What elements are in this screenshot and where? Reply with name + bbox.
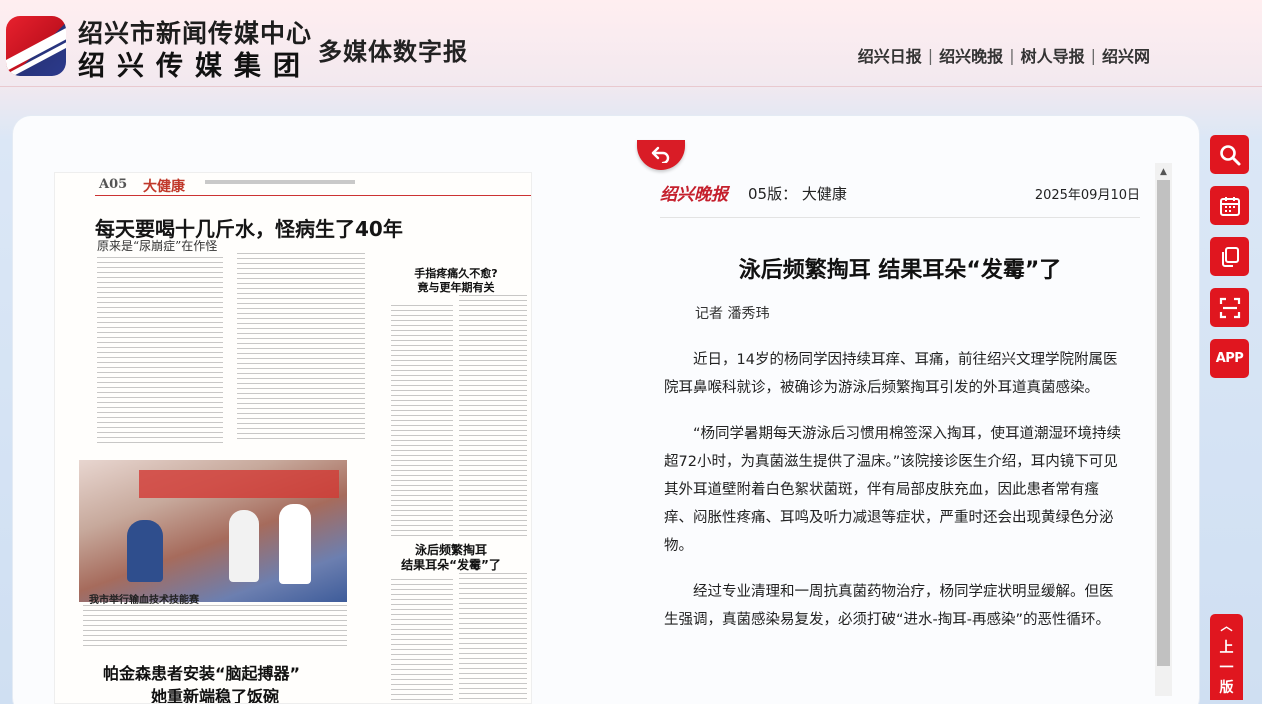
story-headline-line: 泳后频繁掏耳 [414,543,487,557]
photo-figure [127,520,163,582]
calendar-icon [1219,196,1240,216]
scrollbar-thumb[interactable] [1157,180,1170,666]
side-headline-line: 手指疼痛久不愈? [414,267,498,280]
page-text-column [237,253,365,443]
copy-button[interactable] [1210,237,1249,276]
story-headline[interactable]: 泳后频繁掏耳 结果耳朵“发霉”了 [371,543,531,573]
newspaper-page-image[interactable]: A05 大健康 每天要喝十几斤水，怪病生了40年 原来是“尿崩症”在作怪 手指疼… [54,172,532,704]
previous-edition-label: 上一版 [1219,640,1234,696]
top-nav: 绍兴日报 | 绍兴晚报 | 树人导报 | 绍兴网 [858,43,1150,67]
calendar-button[interactable] [1210,186,1249,225]
article-body: 近日，14岁的杨同学因持续耳痒、耳痛，前往绍兴文理学院附属医院耳鼻喉科就诊，被确… [664,346,1124,652]
brand-script-name: 绍兴传媒集团 [78,51,312,82]
page-text-column [97,257,223,445]
nav-link-shaoxing-daily[interactable]: 绍兴日报 [858,43,922,67]
page-text-column [391,579,453,703]
nav-link-shaoxing-net[interactable]: 绍兴网 [1102,43,1150,67]
photo-caption: 我市举行输血技术技能赛 [89,595,199,606]
search-button[interactable] [1210,135,1249,174]
nav-separator: | [1090,45,1096,65]
page-text-column [391,305,453,537]
page-section: 大健康 [143,179,185,195]
previous-edition-button[interactable]: ︿ 上一版 [1210,614,1243,700]
article-author: 记者 潘秀玮 [695,306,770,322]
nav-link-shuren[interactable]: 树人导报 [1021,43,1085,67]
page-code: A05 [99,177,128,192]
scan-button[interactable] [1210,288,1249,327]
page-text-column [83,605,347,647]
page-text-column [459,573,527,703]
app-icon: APP [1215,351,1244,366]
bottom-headline[interactable]: 帕金森患者安装“脑起搏器” [103,665,300,683]
media-group-logo-icon[interactable] [6,16,66,76]
copy-icon [1221,246,1239,267]
nav-separator: | [927,45,934,65]
edition-label: 05版： 大健康 [748,185,847,203]
article-title: 泳后频繁掏耳 结果耳朵“发霉”了 [738,258,1062,283]
scroll-up-arrow-icon[interactable]: ▲ [1155,163,1172,179]
article-paragraph: 经过专业清理和一周抗真菌药物治疗，杨同学症状明显缓解。但医生强调，真菌感染易复发… [664,584,1114,628]
header-divider [0,86,1262,87]
publication-logo: 绍兴晚报 [660,185,728,205]
page-header-rule [95,195,531,196]
back-arrow-icon [651,146,670,165]
side-headline[interactable]: 手指疼痛久不愈? 竟与更年期有关 [391,267,521,295]
page-meta-line [205,180,355,184]
side-headline-line: 竟与更年期有关 [417,281,495,294]
article-header: 绍兴晚报 05版： 大健康 2025年09月10日 [660,180,1140,218]
nav-link-shaoxing-evening[interactable]: 绍兴晚报 [939,43,1003,67]
issue-date: 2025年09月10日 [1034,188,1140,203]
app-download-button[interactable]: APP [1210,339,1249,378]
site-header: 绍兴市新闻传媒中心 绍兴传媒集团 多媒体数字报 绍兴日报 | 绍兴晚报 | 树人… [0,0,1262,88]
search-icon [1219,144,1240,165]
news-photo[interactable] [79,460,347,602]
article-paragraph: “杨同学暑期每天游泳后习惯用棉签深入掏耳，使耳道潮湿环境持续超72小时，为真菌滋… [664,426,1122,554]
story-headline-line: 结果耳朵“发霉”了 [401,558,501,572]
photo-figure [279,504,311,584]
page-text-column [459,295,527,537]
chevron-up-icon: ︿ [1220,619,1233,633]
scan-icon [1219,297,1240,318]
nav-separator: | [1009,45,1015,65]
photo-banner [139,470,339,498]
photo-figure [229,510,259,582]
brand-subtitle: 多媒体数字报 [318,38,468,66]
article-paragraph: 近日，14岁的杨同学因持续耳痒、耳痛，前往绍兴文理学院附属医院耳鼻喉科就诊，被确… [664,352,1118,396]
bottom-headline-line2[interactable]: 她重新端稳了饭碗 [151,683,279,703]
page-subheadline: 原来是“尿崩症”在作怪 [97,239,218,253]
